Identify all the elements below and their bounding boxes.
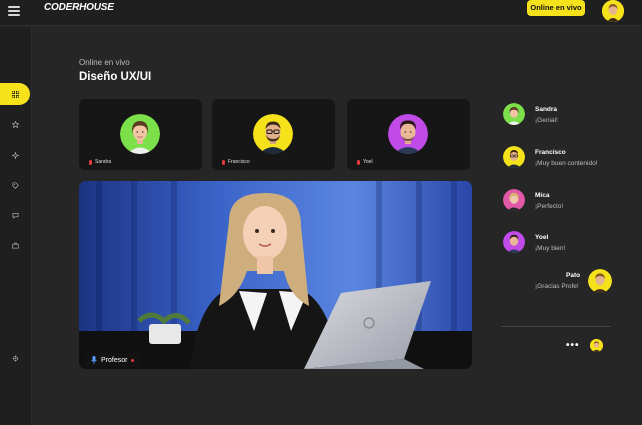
participant-tile-yoel[interactable]: Yoel: [347, 99, 470, 170]
star-icon: [11, 120, 19, 128]
chat-author: Mica: [535, 192, 550, 199]
live-indicator: [131, 358, 135, 362]
briefcase-icon: [11, 242, 19, 248]
settings-icon: [12, 355, 18, 361]
tag-icon: [12, 182, 19, 189]
nav-item-dashboard[interactable]: [0, 83, 30, 105]
nav-item-jobs[interactable]: [0, 234, 30, 256]
live-button[interactable]: Online en vivo: [527, 0, 585, 16]
participant-avatar: [120, 114, 160, 154]
main-video[interactable]: Profesor: [79, 181, 472, 369]
chat-divider: [501, 326, 611, 327]
participant-name: Sandra: [89, 159, 111, 165]
chat-icon: [12, 212, 18, 219]
chat-author: Sandra: [535, 106, 558, 113]
presenter-video-frame: [79, 181, 472, 369]
participant-name: Francisco: [222, 159, 250, 165]
sparkle-icon: [11, 151, 19, 159]
chat-avatar: [503, 231, 525, 253]
page-subtitle: Online en vivo: [79, 58, 130, 67]
chat-author-self: Pato: [566, 272, 581, 279]
grid-icon: [11, 90, 19, 98]
microphone-icon: [91, 356, 97, 364]
more-options-button[interactable]: •••: [566, 341, 580, 351]
mic-muted-icon: [357, 159, 360, 165]
chat-avatar-self: [588, 269, 612, 293]
chat-author: Francisco: [535, 149, 566, 156]
nav-item-messages[interactable]: [0, 204, 30, 226]
chat-message: ¡Genial!: [535, 117, 558, 124]
chat-input-avatar[interactable]: [590, 339, 603, 352]
chat-message: ¡Muy buen contenido!: [535, 160, 598, 167]
chat-message-self: ¡Gracias Profe!: [535, 283, 579, 290]
nav-item-settings[interactable]: [0, 347, 30, 369]
chat-avatar: [503, 189, 525, 211]
chat-message: ¡Perfecto!: [535, 203, 564, 210]
menu-icon[interactable]: [8, 6, 20, 16]
participant-tile-sandra[interactable]: Sandra: [79, 99, 202, 170]
participant-avatar: [253, 114, 293, 154]
sidebar: [0, 27, 32, 425]
nav-item-offers[interactable]: [0, 174, 30, 196]
speaker-label: Profesor: [85, 353, 141, 367]
top-bar: CODERHOUSE Online en vivo: [0, 0, 642, 26]
brand-logo[interactable]: CODERHOUSE: [44, 2, 114, 13]
participant-name: Yoel: [357, 159, 373, 165]
chat-avatar: [503, 103, 525, 125]
participant-tile-francisco[interactable]: Francisco: [212, 99, 335, 170]
page-title: Diseño UX/UI: [79, 71, 152, 83]
user-avatar[interactable]: [602, 0, 624, 22]
chat-message: ¡Muy bien!: [535, 245, 566, 252]
mic-muted-icon: [89, 159, 92, 165]
mic-muted-icon: [222, 159, 225, 165]
chat-avatar: [503, 146, 525, 168]
nav-item-favorites[interactable]: [0, 113, 30, 135]
nav-item-discover[interactable]: [0, 144, 30, 166]
participant-avatar: [388, 114, 428, 154]
chat-author: Yoel: [535, 234, 549, 241]
